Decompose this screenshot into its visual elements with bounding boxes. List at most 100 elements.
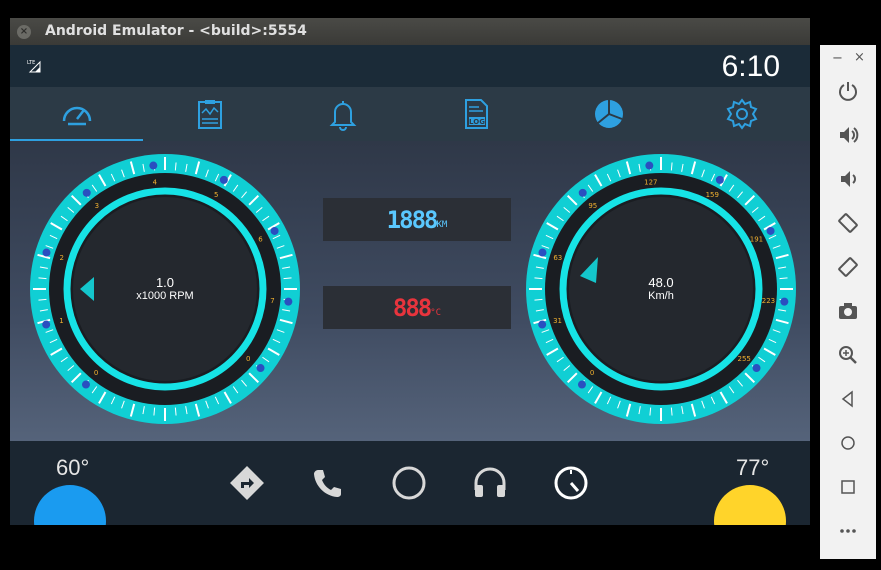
tab-gauges[interactable] — [10, 87, 143, 141]
speed-value: 48.0 — [648, 275, 674, 290]
speed-tick — [649, 407, 652, 416]
rpm-marker — [42, 248, 51, 257]
tab-stats[interactable] — [542, 87, 675, 141]
nav-music-button[interactable] — [468, 461, 512, 505]
left-temperature[interactable]: 60° — [56, 455, 89, 481]
left-climate-dial[interactable] — [34, 485, 106, 525]
rpm-tick — [283, 277, 292, 280]
phone-icon — [314, 470, 341, 497]
overview-button[interactable] — [833, 472, 863, 502]
rotate-left-icon — [838, 213, 858, 233]
home-icon — [841, 436, 855, 450]
rpm-marker — [219, 175, 228, 184]
speed-tick-label: 255 — [738, 355, 751, 363]
rotate-right-button[interactable] — [833, 252, 863, 282]
tab-log[interactable]: LOG — [409, 87, 542, 141]
coolant-unit: °C — [430, 307, 442, 318]
tab-alerts[interactable] — [276, 87, 409, 141]
rpm-marker — [82, 188, 91, 197]
home-button[interactable] — [833, 428, 863, 458]
screenshot-button[interactable] — [833, 296, 863, 326]
speed-tick-label: 95 — [588, 202, 597, 210]
home-circle-icon — [392, 466, 426, 500]
power-button[interactable] — [833, 76, 863, 106]
panel-close-button[interactable]: × — [854, 50, 865, 65]
directions-icon — [230, 466, 264, 500]
speed-tick-label: 127 — [644, 178, 657, 186]
camera-icon — [839, 303, 857, 319]
emulator-side-panel: − × — [820, 45, 876, 559]
back-button[interactable] — [833, 384, 863, 414]
nav-phone-button[interactable] — [306, 461, 350, 505]
right-climate-dial[interactable] — [714, 485, 786, 525]
speed-tick-label: 63 — [553, 254, 562, 262]
right-temperature[interactable]: 77° — [736, 455, 769, 481]
coolant-temp-display: 888 °C — [323, 286, 511, 329]
rpm-marker — [270, 226, 279, 235]
clipboard-chart-icon — [197, 100, 222, 129]
rpm-tick-label: 6 — [258, 235, 263, 243]
nav-home-button[interactable] — [387, 461, 431, 505]
odometer-value: 1888 — [386, 205, 439, 234]
rpm-tick-label: 3 — [95, 202, 99, 210]
emulator-screen: LTE 6:10 LOG 0 1 2 3 4 5 6 7 0 0 31 63 9… — [10, 45, 810, 525]
tab-report[interactable] — [143, 87, 276, 141]
window-title: Android Emulator - <build>:5554 — [45, 23, 307, 39]
speed-tick — [534, 298, 543, 301]
volume-down-icon — [841, 171, 856, 187]
rpm-tick-label: 2 — [60, 254, 64, 262]
dashboard-panel: 0 1 2 3 4 5 6 7 0 0 31 63 95 127 159 191 223 255 1.0 x10… — [10, 141, 810, 441]
rpm-tick — [38, 298, 47, 301]
tab-settings[interactable] — [675, 87, 808, 141]
svg-text:LTE: LTE — [27, 60, 35, 66]
speed-tick — [534, 277, 543, 280]
volume-up-icon — [840, 127, 859, 143]
rpm-marker — [81, 380, 90, 389]
volume-up-button[interactable] — [833, 120, 863, 150]
tab-bar: LOG — [10, 87, 810, 142]
speed-tick-label: 31 — [553, 317, 562, 325]
rpm-marker — [149, 161, 158, 170]
odometer-unit: KM — [436, 219, 448, 230]
speed-marker — [752, 364, 761, 373]
pie-chart-icon — [594, 100, 623, 128]
more-icon — [840, 529, 856, 533]
overview-icon — [841, 480, 855, 494]
svg-text:LOG: LOG — [469, 118, 485, 126]
signal-icon: LTE — [27, 59, 41, 75]
more-button[interactable] — [833, 516, 863, 546]
rpm-tick-label: 5 — [214, 191, 218, 199]
speed-marker — [538, 320, 547, 329]
rpm-marker — [256, 364, 265, 373]
log-file-icon: LOG — [464, 99, 488, 129]
speed-tick — [670, 407, 673, 416]
speed-marker — [715, 175, 724, 184]
speedometer-icon — [62, 106, 91, 126]
nav-directions-button[interactable] — [225, 461, 269, 505]
odometer-display: 1888 KM — [323, 198, 511, 241]
speed-tick-label: 191 — [750, 235, 763, 243]
speed-marker — [766, 226, 775, 235]
rpm-marker — [284, 297, 293, 306]
bottom-bar: 60° 77° — [10, 441, 810, 525]
speed-tick-label: 0 — [590, 369, 594, 377]
panel-minimize-button[interactable]: − — [832, 51, 843, 66]
rpm-tick — [174, 162, 177, 171]
speed-tick-label: 223 — [762, 297, 775, 305]
rpm-tick — [174, 407, 177, 416]
zoom-button[interactable] — [833, 340, 863, 370]
headphones-icon — [474, 467, 506, 497]
speed-marker — [780, 297, 789, 306]
window-close-button[interactable]: × — [17, 25, 31, 39]
rpm-value: 1.0 — [155, 275, 175, 290]
speed-tick — [779, 277, 788, 280]
window-titlebar: × Android Emulator - <build>:5554 — [10, 18, 810, 45]
speed-tick — [670, 162, 673, 171]
rpm-tick — [38, 277, 47, 280]
rotate-left-button[interactable] — [833, 208, 863, 238]
status-bar: LTE 6:10 — [10, 45, 810, 87]
speed-marker — [538, 248, 547, 257]
volume-down-button[interactable] — [833, 164, 863, 194]
rpm-marker — [42, 320, 51, 329]
nav-dashboard-button[interactable] — [549, 461, 593, 505]
